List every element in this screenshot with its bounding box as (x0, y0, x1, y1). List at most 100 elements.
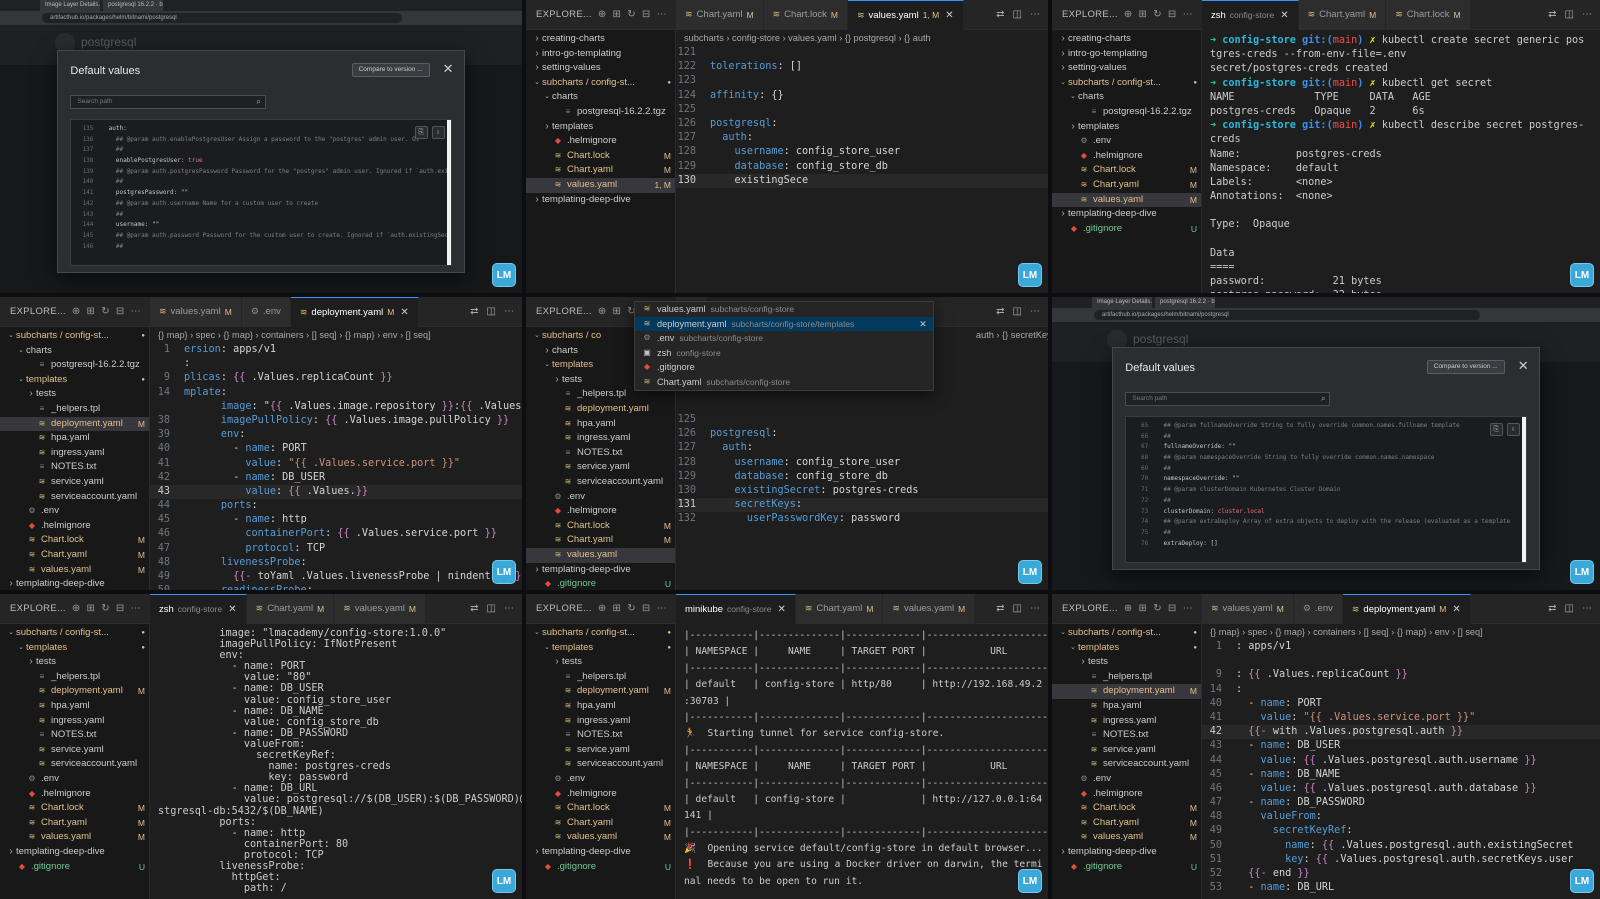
quick-open-item[interactable]: ≋ Chart.yaml subcharts/config-store (635, 375, 933, 390)
quick-open-item[interactable]: ≋ values.yaml subcharts/config-store (635, 302, 933, 317)
split-editor-icon[interactable]: ◫ (1565, 9, 1574, 20)
explorer-item[interactable]: ◆ .helmignore (526, 787, 675, 802)
explorer-item[interactable]: ≋ hpa.yaml (1052, 699, 1201, 714)
explorer-item[interactable]: ◆ .gitignore U (1052, 222, 1201, 237)
editor-tab[interactable]: ≋ values.yaml 1, M ✕ (847, 0, 964, 30)
new-folder-icon[interactable]: ⊞ (613, 9, 622, 20)
explorer-item[interactable]: ⌄ subcharts / config-st... ● (0, 329, 149, 344)
compare-icon[interactable]: ⇄ (996, 603, 1004, 614)
close-icon[interactable]: ✕ (228, 604, 236, 615)
close-icon[interactable]: ✕ (945, 10, 953, 21)
explorer-item[interactable]: ≋ ingress.yaml (526, 431, 675, 446)
compare-icon[interactable]: ⇄ (470, 603, 478, 614)
explorer-item[interactable]: ≋ serviceaccount.yaml (526, 475, 675, 490)
refresh-icon[interactable]: ↻ (1153, 9, 1162, 20)
more-icon[interactable]: ⋯ (657, 9, 667, 20)
explorer-item[interactable]: ≋ values.yaml (526, 547, 675, 563)
editor-tab[interactable]: ≋ values.yaml M (883, 594, 976, 624)
compare-icon[interactable]: ⇄ (996, 306, 1004, 317)
more-icon[interactable]: ⋯ (131, 306, 141, 317)
scrollbar[interactable] (1521, 417, 1526, 562)
explorer-item[interactable]: ≡ NOTES.txt (1052, 728, 1201, 743)
new-folder-icon[interactable]: ⊞ (1139, 603, 1148, 614)
explorer-item[interactable]: ◆ .gitignore U (1052, 860, 1201, 875)
browser-tab[interactable]: postgresql 16.2.2 · bitnami/... (1155, 297, 1215, 308)
editor-tab[interactable]: ▣zshconfig-store✕ (1202, 0, 1299, 38)
collapse-icon[interactable]: ⊟ (642, 603, 651, 614)
explorer-item[interactable]: ≋ Chart.yaml M (0, 548, 149, 563)
explorer-item[interactable]: ≋ Chart.lock M (1052, 801, 1201, 816)
explorer-item[interactable]: › templates (526, 120, 675, 135)
refresh-icon[interactable]: ↻ (101, 306, 110, 317)
collapse-icon[interactable]: ⊟ (116, 603, 125, 614)
explorer-header[interactable]: EXPLORE... ⊕ ⊞ ↻ ⊟ ⋯ (0, 603, 150, 614)
explorer-item[interactable]: ≋ serviceaccount.yaml (0, 757, 149, 772)
explorer-item[interactable]: ⚙ .env (1052, 134, 1201, 149)
code-editor[interactable]: {} map} › spec › {} map} › containers › … (1202, 624, 1600, 899)
explorer-item[interactable]: › templates (1052, 120, 1201, 135)
more-icon[interactable]: ⋯ (1183, 603, 1193, 614)
explorer-item[interactable]: ⌄ subcharts / config-st... ● (526, 626, 675, 641)
new-file-icon[interactable]: ⊕ (1124, 603, 1133, 614)
close-icon[interactable]: ✕ (443, 61, 454, 77)
more-icon[interactable]: ⋯ (504, 603, 514, 614)
new-folder-icon[interactable]: ⊞ (613, 306, 622, 317)
explorer-item[interactable]: › intro-go-templating (526, 47, 675, 62)
explorer-item[interactable]: ≋ hpa.yaml (0, 431, 149, 446)
search-input[interactable]: Search path ⌕ (1125, 392, 1331, 406)
editor-tab[interactable]: ≋ Chart.yaml M (795, 594, 884, 624)
collapse-icon[interactable]: ⊟ (1168, 9, 1177, 20)
explorer-item[interactable]: ≋ ingress.yaml (526, 714, 675, 729)
editor-tab[interactable]: ≋ Chart.yaml M (676, 0, 764, 30)
more-icon[interactable]: ⋯ (1030, 306, 1040, 317)
compare-version-select[interactable]: Compare to version ... (1426, 360, 1505, 374)
explorer-item[interactable]: ≋ hpa.yaml (526, 417, 675, 432)
explorer-item[interactable]: ≋ values.yaml M (0, 830, 149, 845)
explorer-item[interactable]: ≋ Chart.lock M (526, 519, 675, 534)
breadcrumb[interactable]: subcharts › config-store › values.yaml ›… (676, 30, 1048, 46)
explorer-item[interactable]: ◆ .helmignore (0, 787, 149, 802)
explorer-header[interactable]: EXPLORE... ⊕ ⊞ ↻ ⊟ ⋯ (1052, 9, 1202, 20)
refresh-icon[interactable]: ↻ (627, 9, 636, 20)
editor-tab[interactable]: ≋ Chart.yaml M (1298, 0, 1387, 30)
download-icon[interactable]: ⇩ (431, 126, 445, 139)
compare-icon[interactable]: ⇄ (1548, 603, 1556, 614)
editor-tab[interactable]: ≋ Chart.yaml M (246, 594, 335, 624)
explorer-item[interactable]: ◆ .gitignore U (526, 860, 675, 875)
explorer-item[interactable]: ≋ service.yaml (526, 743, 675, 758)
explorer-item[interactable]: › templating-deep-dive (526, 193, 675, 208)
compare-icon[interactable]: ⇄ (470, 306, 478, 317)
browser-tab[interactable]: Image Layer Details... (1092, 297, 1152, 308)
split-editor-icon[interactable]: ◫ (1013, 603, 1022, 614)
explorer-item[interactable]: ≋ deployment.yaml M (0, 416, 149, 432)
explorer-header[interactable]: EXPLORE... ⊕ ⊞ ↻ ⊟ ⋯ (1052, 603, 1202, 614)
explorer-item[interactable]: ≡ postgresql-16.2.2.tgz (526, 105, 675, 120)
more-icon[interactable]: ⋯ (1030, 603, 1040, 614)
explorer-item[interactable]: › tests (0, 655, 149, 670)
explorer-item[interactable]: ≋ Chart.lock M (526, 149, 675, 164)
explorer-item[interactable]: ⌄ charts (526, 90, 675, 105)
split-editor-icon[interactable]: ◫ (487, 603, 496, 614)
code-editor[interactable]: subcharts › config-store › values.yaml ›… (676, 30, 1048, 293)
explorer-item[interactable]: ⌄ charts (0, 344, 149, 359)
explorer-item[interactable]: ◆ .helmignore (1052, 149, 1201, 164)
more-icon[interactable]: ⋯ (1582, 603, 1592, 614)
explorer-item[interactable]: ⌄templates ● (0, 641, 149, 656)
quick-open-item[interactable]: ◆ .gitignore (635, 360, 933, 375)
new-file-icon[interactable]: ⊕ (72, 306, 81, 317)
explorer-item[interactable]: ⌄ subcharts / config-st... ● (1052, 626, 1201, 641)
explorer-item[interactable]: ≋ Chart.yaml M (526, 533, 675, 548)
more-icon[interactable]: ⋯ (1030, 9, 1040, 20)
explorer-item[interactable]: › templating-deep-dive (0, 845, 149, 860)
explorer-item[interactable]: ≋ values.yaml M (1052, 192, 1201, 208)
search-input[interactable]: Search path ⌕ (70, 95, 266, 109)
explorer-item[interactable]: ≋ values.yaml M (526, 830, 675, 845)
explorer-header[interactable]: EXPLORE... ⊕ ⊞ ↻ ⊟ ⋯ (0, 306, 150, 317)
new-file-icon[interactable]: ⊕ (598, 603, 607, 614)
close-icon[interactable]: ✕ (1452, 604, 1460, 615)
more-icon[interactable]: ⋯ (657, 603, 667, 614)
explorer-item[interactable]: ≋ serviceaccount.yaml (526, 757, 675, 772)
explorer-item[interactable]: ≡ NOTES.txt (526, 728, 675, 743)
new-file-icon[interactable]: ⊕ (598, 9, 607, 20)
collapse-icon[interactable]: ⊟ (642, 9, 651, 20)
